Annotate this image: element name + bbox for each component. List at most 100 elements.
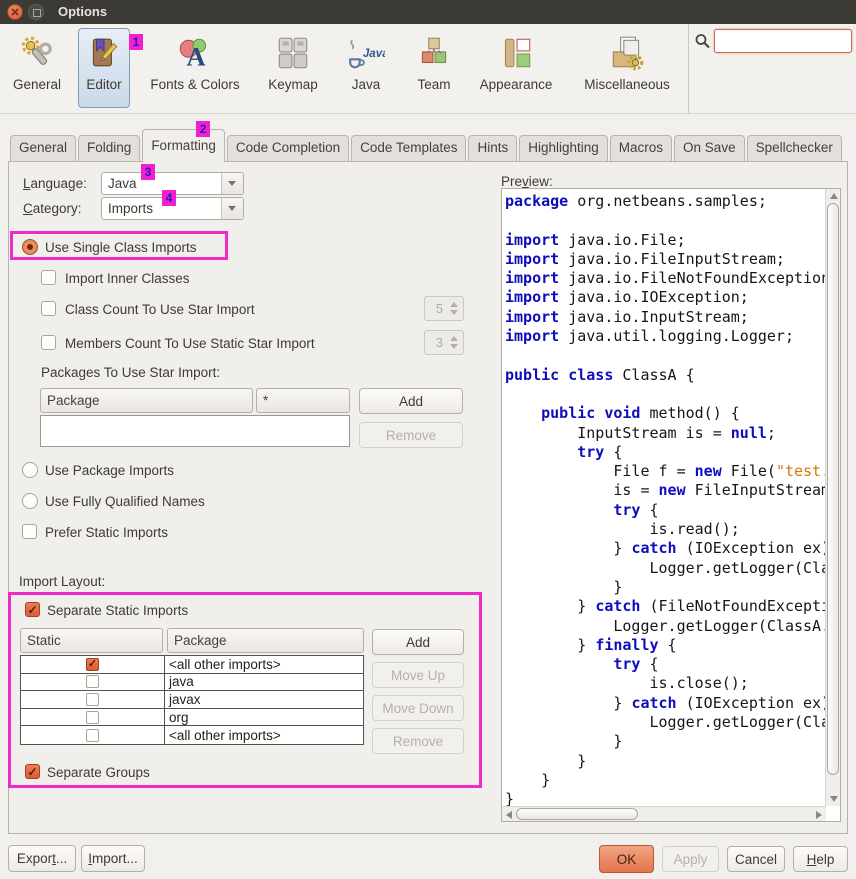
scroll-up-icon[interactable] [830,193,838,199]
chevron-down-icon[interactable] [221,173,243,194]
pkg-remove-button[interactable]: Remove [359,422,463,448]
tab-code-completion[interactable]: Code Completion [227,135,349,161]
table-row[interactable]: org [21,709,363,727]
class-count-checkbox[interactable] [41,301,56,316]
spinner-down-icon[interactable] [450,344,458,349]
table-row[interactable]: java [21,674,363,692]
code-line: } finally { [505,636,826,655]
tab-hints[interactable]: Hints [468,135,517,161]
tab-label: Code Templates [360,140,457,155]
use-package-imports-radio[interactable] [22,462,38,478]
code-segment: java.io.File; [559,231,685,249]
unchecked-checkbox-icon[interactable] [86,729,99,742]
package-cell[interactable]: java [165,674,363,691]
move-up-button[interactable]: Move Up [372,662,464,688]
toolbar-item-appearance[interactable]: Appearance [468,28,564,108]
language-select[interactable]: Java [101,172,244,195]
package-cell[interactable]: javax [165,691,363,708]
spinner-down-icon[interactable] [450,310,458,315]
chevron-down-icon[interactable] [221,198,243,219]
restore-button[interactable] [28,4,44,20]
members-count-spinner[interactable]: 3 [424,330,464,355]
cancel-button[interactable]: Cancel [727,846,785,872]
import-button[interactable]: Import... [81,845,145,872]
tab-general[interactable]: General [10,135,76,161]
tab-on-save[interactable]: On Save [674,135,745,161]
table-row[interactable]: javax [21,691,363,709]
layout-add-button[interactable]: Add [372,629,464,655]
checked-checkbox-icon[interactable]: ✓ [86,658,99,671]
static-cell[interactable] [21,726,165,744]
scroll-right-icon[interactable] [816,811,822,819]
move-down-button[interactable]: Move Down [372,695,464,721]
tab-spellchecker[interactable]: Spellchecker [747,135,842,161]
pkg-column-header-star[interactable]: * [256,388,350,413]
code-line: } catch (IOException ex) { [505,694,826,713]
code-segment: import [505,288,559,306]
use-fully-qualified-names-radio[interactable] [22,493,38,509]
tab-label: On Save [683,140,736,155]
svg-text:A: A [187,42,206,72]
spinner-up-icon[interactable] [450,336,458,341]
code-segment: is = [505,481,659,499]
toolbar-item-team[interactable]: Team [406,28,462,108]
vertical-scroll-thumb[interactable] [827,203,839,775]
code-segment: catch [631,694,676,712]
static-cell[interactable]: ✓ [21,656,165,673]
package-cell[interactable]: org [165,709,363,726]
gears-icon [18,34,56,72]
table-row[interactable]: ✓ <all other imports> [21,656,363,674]
export-button[interactable]: Export... [8,845,76,872]
tab-folding[interactable]: Folding [78,135,140,161]
unchecked-checkbox-icon[interactable] [86,711,99,724]
vertical-scrollbar[interactable] [825,189,840,806]
static-cell[interactable] [21,691,165,708]
horizontal-scrollbar[interactable] [502,806,826,821]
table-row[interactable]: <all other imports> [21,726,363,744]
toolbar-item-general[interactable]: General [6,28,68,108]
pkg-table-empty-row[interactable] [40,415,350,447]
static-cell[interactable] [21,674,165,691]
tab-code-templates[interactable]: Code Templates [351,135,466,161]
members-count-checkbox[interactable] [41,335,56,350]
scroll-left-icon[interactable] [506,811,512,819]
toolbar-item-java[interactable]: Java Java [334,28,398,108]
close-button[interactable] [7,4,23,20]
search-input[interactable] [714,29,852,53]
spinner-up-icon[interactable] [450,302,458,307]
code-segment: java.io.IOException; [559,288,749,306]
ok-button[interactable]: OK [599,845,654,873]
separate-static-imports-checkbox[interactable]: ✓ [25,602,40,617]
category-select[interactable]: Imports [101,197,244,220]
prefer-static-imports-checkbox[interactable] [22,524,37,539]
class-count-spinner[interactable]: 5 [424,296,464,321]
toolbar-item-fonts-colors[interactable]: A Fonts & Colors [138,28,252,108]
toolbar-item-editor[interactable]: Editor [78,28,130,108]
code-line: } [505,732,826,751]
unchecked-checkbox-icon[interactable] [86,675,99,688]
code-segment: public [505,366,559,384]
static-cell[interactable] [21,709,165,726]
scroll-down-icon[interactable] [830,796,838,802]
tab-label: Formatting [151,138,216,153]
use-single-class-imports-radio[interactable] [22,239,38,255]
import-inner-classes-checkbox[interactable] [41,270,56,285]
toolbar-item-keymap[interactable]: Keymap [260,28,326,108]
horizontal-scroll-thumb[interactable] [516,808,638,820]
toolbar-item-miscellaneous[interactable]: Miscellaneous [570,28,684,108]
tab-macros[interactable]: Macros [610,135,672,161]
package-cell[interactable]: <all other imports> [165,656,363,673]
unchecked-checkbox-icon[interactable] [86,693,99,706]
pkg-column-header-package[interactable]: Package [40,388,253,413]
pkg-add-button[interactable]: Add [359,388,463,414]
separate-groups-checkbox[interactable]: ✓ [25,764,40,779]
layout-remove-button[interactable]: Remove [372,728,464,754]
apply-button[interactable]: Apply [662,846,719,872]
package-cell[interactable]: <all other imports> [165,726,363,744]
help-button[interactable]: Help [793,846,848,872]
package-column-header[interactable]: Package [167,628,364,653]
static-column-header[interactable]: Static [20,628,163,653]
tab-highlighting[interactable]: Highlighting [519,135,608,161]
code-segment: import [505,308,559,326]
tab-formatting[interactable]: Formatting [142,129,225,162]
